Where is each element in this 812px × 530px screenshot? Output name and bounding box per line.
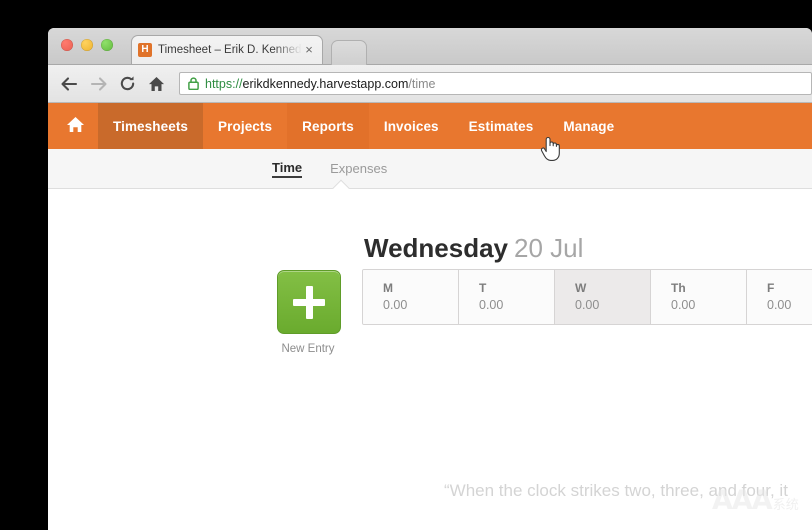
nav-item-timesheets[interactable]: Timesheets (98, 103, 204, 149)
nav-home-button[interactable] (52, 103, 98, 149)
day-of-week-label: Wednesday (364, 233, 509, 263)
tab-expenses[interactable]: Expenses (330, 161, 387, 177)
url-path: /time (408, 76, 436, 91)
close-window-button[interactable] (61, 39, 73, 51)
day-abbr: T (479, 281, 487, 295)
day-column-tuesday[interactable]: T 0.00 (459, 270, 555, 324)
nav-item-label: Projects (218, 118, 273, 134)
forward-button[interactable] (85, 71, 111, 97)
day-column-friday[interactable]: F 0.00 (747, 270, 812, 324)
nav-item-label: Timesheets (113, 118, 189, 134)
reload-button[interactable] (114, 71, 140, 97)
page-title: Wednesday 20 Jul (364, 233, 583, 264)
tab-time[interactable]: Time (272, 159, 303, 178)
close-icon[interactable]: × (302, 43, 316, 57)
home-icon (66, 116, 85, 136)
browser-window: H Timesheet – Erik D. Kenned × https://e… (48, 28, 812, 530)
window-controls (61, 39, 113, 51)
nav-item-label: Reports (302, 118, 354, 134)
address-bar[interactable]: https://erikdkennedy.harvestapp.com/time (179, 72, 812, 95)
app-main-nav: Timesheets Projects Reports Invoices Est… (48, 103, 812, 149)
empty-state-quote: “When the clock strikes two, three, and … (444, 481, 788, 500)
day-abbr: Th (671, 281, 686, 295)
nav-item-label: Estimates (468, 118, 534, 134)
day-abbr: W (575, 281, 587, 295)
padlock-icon (188, 77, 199, 90)
nav-item-label: Manage (563, 118, 615, 134)
day-column-wednesday[interactable]: W 0.00 (555, 270, 651, 324)
date-label: 20 Jul (514, 233, 584, 263)
new-tab-button[interactable] (331, 40, 367, 65)
tab-label: Expenses (330, 160, 388, 176)
zoom-window-button[interactable] (101, 39, 113, 51)
browser-tab[interactable]: H Timesheet – Erik D. Kenned × (131, 35, 323, 64)
week-day-table: M 0.00 T 0.00 W 0.00 Th 0.00 F 0.00 (362, 269, 812, 325)
new-entry-group: New Entry (277, 270, 341, 355)
back-button[interactable] (56, 71, 82, 97)
harvest-favicon-icon: H (138, 43, 152, 57)
day-hours: 0.00 (383, 298, 408, 312)
new-entry-label: New Entry (281, 343, 335, 355)
main-content: Wednesday20 Jul New Entry M 0.00 T 0.00 (48, 189, 812, 530)
day-hours: 0.00 (575, 298, 600, 312)
day-hours: 0.00 (767, 298, 792, 312)
nav-item-reports[interactable]: Reports (287, 103, 369, 149)
tab-title: Timesheet – Erik D. Kenned (158, 44, 302, 56)
url-host: erikdkennedy.harvestapp.com (242, 76, 409, 91)
minimize-window-button[interactable] (81, 39, 93, 51)
tab-strip: H Timesheet – Erik D. Kenned × (48, 28, 812, 65)
day-hours: 0.00 (671, 298, 696, 312)
sub-nav: Time Expenses (48, 149, 812, 197)
nav-item-estimates[interactable]: Estimates (454, 103, 549, 149)
url-scheme: https:// (205, 76, 243, 91)
day-hours: 0.00 (479, 298, 504, 312)
browser-toolbar: https://erikdkennedy.harvestapp.com/time (48, 65, 812, 103)
tab-label: Time (272, 159, 303, 175)
home-button[interactable] (143, 71, 169, 97)
nav-item-manage[interactable]: Manage (548, 103, 629, 149)
nav-item-projects[interactable]: Projects (203, 103, 287, 149)
new-entry-button[interactable] (277, 270, 341, 334)
day-column-monday[interactable]: M 0.00 (363, 270, 459, 324)
nav-item-label: Invoices (383, 118, 439, 134)
plus-icon-vertical (305, 286, 313, 319)
day-abbr: F (767, 281, 775, 295)
day-abbr: M (383, 281, 393, 295)
day-column-thursday[interactable]: Th 0.00 (651, 270, 747, 324)
nav-item-invoices[interactable]: Invoices (369, 103, 454, 149)
screen: H Timesheet – Erik D. Kenned × https://e… (0, 0, 812, 530)
